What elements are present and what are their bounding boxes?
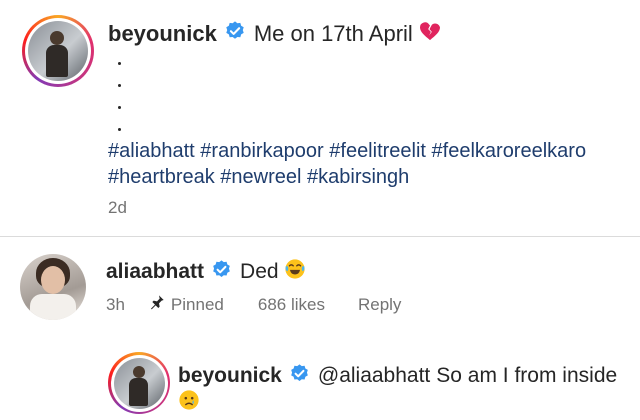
post-time: 2d — [108, 198, 127, 217]
comment-username[interactable]: aliaabhatt — [106, 260, 204, 284]
post-caption: Me on 17th April — [253, 21, 413, 46]
caption-dot — [118, 84, 121, 87]
verified-badge-icon — [211, 259, 232, 286]
caption-dot — [118, 106, 121, 109]
divider — [0, 236, 640, 237]
reply-button[interactable]: Reply — [358, 295, 401, 315]
comment-time: 3h — [106, 294, 125, 314]
reply-author-avatar[interactable] — [108, 352, 170, 414]
pin-icon — [149, 294, 165, 315]
comment-likes[interactable]: 686 likes — [258, 295, 325, 315]
verified-badge-icon — [289, 363, 310, 390]
post-username[interactable]: beyounick — [108, 21, 217, 47]
broken-heart-icon — [419, 21, 441, 47]
tears-of-joy-emoji-icon — [284, 258, 306, 286]
caption-dot — [118, 62, 121, 65]
comment-text: Ded — [240, 260, 279, 283]
reply-text: So am I from inside — [436, 364, 618, 387]
caption-dot — [118, 128, 121, 131]
comment-author-avatar[interactable] — [20, 254, 86, 320]
reply-username[interactable]: beyounick — [178, 364, 282, 388]
reply-mention[interactable]: @aliaabhatt — [318, 364, 430, 388]
pinned-label: Pinned — [170, 294, 224, 314]
hashtags-line-2[interactable]: #heartbreak #newreel #kabirsingh — [108, 166, 409, 189]
verified-badge-icon — [224, 20, 246, 48]
crying-face-emoji-icon — [178, 389, 200, 411]
post-author-avatar[interactable] — [22, 15, 94, 87]
hashtags-line-1[interactable]: #aliabhatt #ranbirkapoor #feelitreelit #… — [108, 140, 586, 163]
